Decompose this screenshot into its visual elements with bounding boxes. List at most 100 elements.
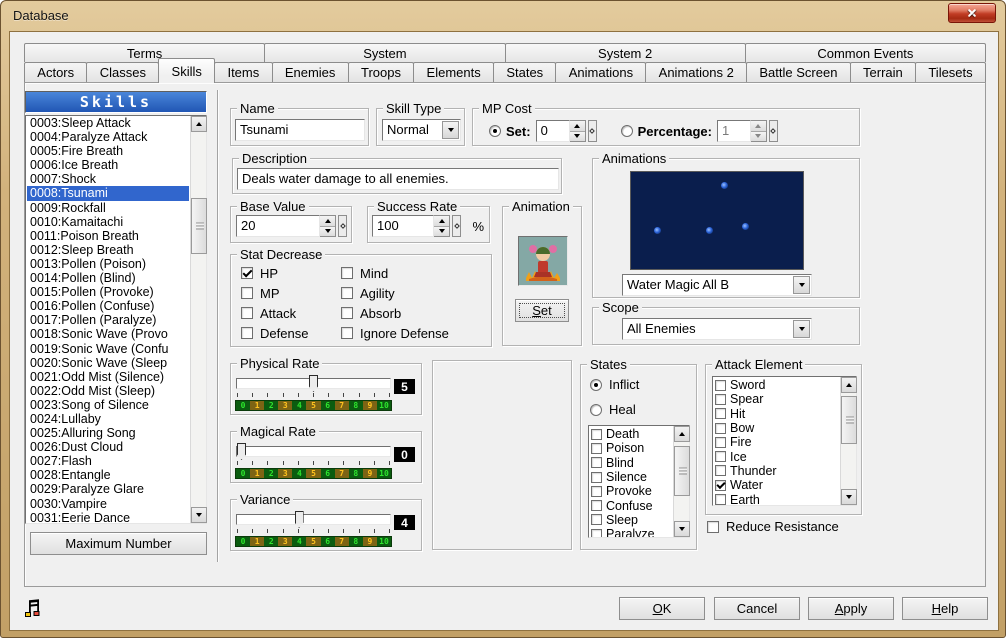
checkbox[interactable] <box>591 443 602 454</box>
checkbox[interactable] <box>241 287 253 299</box>
list-item[interactable]: 0013:Pollen (Poison) <box>27 257 189 271</box>
attack-element-list[interactable]: SwordSpearHitBowFireIceThunderWaterEarth <box>712 376 857 506</box>
scope-dropdown[interactable]: All Enemies <box>622 318 812 340</box>
tab-skills[interactable]: Skills <box>158 58 215 83</box>
mp-set-value[interactable]: 0 <box>536 120 570 142</box>
heal-radio[interactable] <box>590 404 602 416</box>
checkbox[interactable] <box>341 267 353 279</box>
checkbox[interactable] <box>341 287 353 299</box>
checkbox[interactable] <box>591 472 602 483</box>
tab-enemies[interactable]: Enemies <box>272 62 349 82</box>
scroll-down-button[interactable] <box>674 521 690 537</box>
checkbox[interactable] <box>715 394 726 405</box>
checkbox-item[interactable]: Ice <box>715 449 856 463</box>
tab-classes[interactable]: Classes <box>86 62 159 82</box>
checkbox[interactable] <box>341 327 353 339</box>
scrollbar-thumb[interactable] <box>191 198 207 254</box>
scroll-up-button[interactable] <box>191 116 207 132</box>
spin-down-icon[interactable] <box>570 132 585 142</box>
checkbox-item[interactable]: HP <box>241 263 341 283</box>
tab-group-common-events[interactable]: Common Events <box>745 43 986 62</box>
list-item[interactable]: 0023:Song of Silence <box>27 398 189 412</box>
help-button[interactable]: Help <box>902 597 988 620</box>
tab-items[interactable]: Items <box>214 62 272 82</box>
success-rate-input[interactable]: 100 <box>372 215 434 237</box>
music-note-icon[interactable] <box>22 598 44 620</box>
checkbox[interactable] <box>715 408 726 419</box>
checkbox-item[interactable]: Hit <box>715 407 856 421</box>
checkbox-item[interactable]: Water <box>715 478 856 492</box>
checkbox[interactable] <box>241 307 253 319</box>
list-item[interactable]: 0020:Sonic Wave (Sleep <box>27 356 189 370</box>
slider-thumb[interactable] <box>237 443 246 460</box>
spin-up-icon[interactable] <box>751 121 766 132</box>
checkbox[interactable] <box>241 327 253 339</box>
list-item[interactable]: 0004:Paralyze Attack <box>27 130 189 144</box>
base-value-spinner[interactable]: 20 <box>236 215 347 237</box>
checkbox-item[interactable]: Bow <box>715 421 856 435</box>
apply-button[interactable]: Apply <box>808 597 894 620</box>
list-item[interactable]: 0016:Pollen (Confuse) <box>27 299 189 313</box>
mp-percentage-radio[interactable] <box>621 125 633 137</box>
heal-radio-row[interactable]: Heal <box>590 402 636 417</box>
success-rate-spinner[interactable]: 100 <box>372 215 461 237</box>
maximum-number-button[interactable]: Maximum Number <box>30 532 207 555</box>
mp-set-radio[interactable] <box>489 125 501 137</box>
spin-down-icon[interactable] <box>434 227 449 237</box>
spin-down-icon[interactable] <box>320 227 335 237</box>
ok-button[interactable]: OK <box>619 597 705 620</box>
tab-group-terms[interactable]: Terms <box>24 43 265 62</box>
inflict-radio[interactable] <box>590 379 602 391</box>
checkbox[interactable] <box>715 380 726 391</box>
scroll-up-button[interactable] <box>841 377 857 393</box>
tab-troops[interactable]: Troops <box>348 62 415 82</box>
list-item[interactable]: 0030:Vampire <box>27 497 189 511</box>
inflict-radio-row[interactable]: Inflict <box>590 377 639 392</box>
list-item[interactable]: 0009:Rockfall <box>27 201 189 215</box>
list-item[interactable]: 0021:Odd Mist (Silence) <box>27 370 189 384</box>
checkbox-item[interactable]: MP <box>241 283 341 303</box>
scroll-down-button[interactable] <box>841 489 857 505</box>
list-item[interactable]: 0019:Sonic Wave (Confu <box>27 342 189 356</box>
states-scrollbar[interactable] <box>673 426 689 537</box>
list-item[interactable]: 0022:Odd Mist (Sleep) <box>27 384 189 398</box>
variance-slider[interactable] <box>236 514 391 525</box>
mp-percentage-spinner[interactable]: 1 <box>717 120 778 142</box>
checkbox[interactable] <box>591 429 602 440</box>
checkbox-item[interactable]: Earth <box>715 492 856 506</box>
checkbox[interactable] <box>241 267 253 279</box>
checkbox-item[interactable]: Sword <box>715 378 856 392</box>
mp-set-spinner[interactable]: 0 <box>536 120 597 142</box>
physical-rate-slider[interactable] <box>236 378 391 389</box>
checkbox[interactable] <box>591 500 602 511</box>
checkbox[interactable] <box>341 307 353 319</box>
checkbox[interactable] <box>591 457 602 468</box>
tab-terrain[interactable]: Terrain <box>850 62 916 82</box>
checkbox[interactable] <box>715 465 726 476</box>
spin-down-icon[interactable] <box>751 132 766 142</box>
checkbox-item[interactable]: Thunder <box>715 464 856 478</box>
list-item[interactable]: 0003:Sleep Attack <box>27 116 189 130</box>
checkbox[interactable] <box>591 529 602 538</box>
list-item[interactable]: 0008:Tsunami <box>27 186 189 200</box>
reduce-resistance-checkbox[interactable] <box>707 521 719 533</box>
list-item[interactable]: 0029:Paralyze Glare <box>27 482 189 496</box>
base-value-input[interactable]: 20 <box>236 215 320 237</box>
tab-actors[interactable]: Actors <box>24 62 87 82</box>
checkbox-item[interactable]: Absorb <box>341 303 449 323</box>
checkbox[interactable] <box>591 514 602 525</box>
skills-scrollbar[interactable] <box>190 116 206 523</box>
slider-thumb[interactable] <box>309 375 318 392</box>
list-item[interactable]: 0025:Alluring Song <box>27 426 189 440</box>
slider-thumb[interactable] <box>295 511 304 528</box>
checkbox-item[interactable]: Spear <box>715 392 856 406</box>
scrollbar-thumb[interactable] <box>841 396 857 444</box>
tab-states[interactable]: States <box>493 62 556 82</box>
tab-tilesets[interactable]: Tilesets <box>915 62 986 82</box>
list-item[interactable]: 0010:Kamaitachi <box>27 215 189 229</box>
tab-group-system[interactable]: System <box>264 43 505 62</box>
scrollbar-thumb[interactable] <box>674 446 690 496</box>
scroll-down-button[interactable] <box>191 507 207 523</box>
title-bar[interactable]: Database <box>1 1 1005 31</box>
tab-battle-screen[interactable]: Battle Screen <box>746 62 851 82</box>
